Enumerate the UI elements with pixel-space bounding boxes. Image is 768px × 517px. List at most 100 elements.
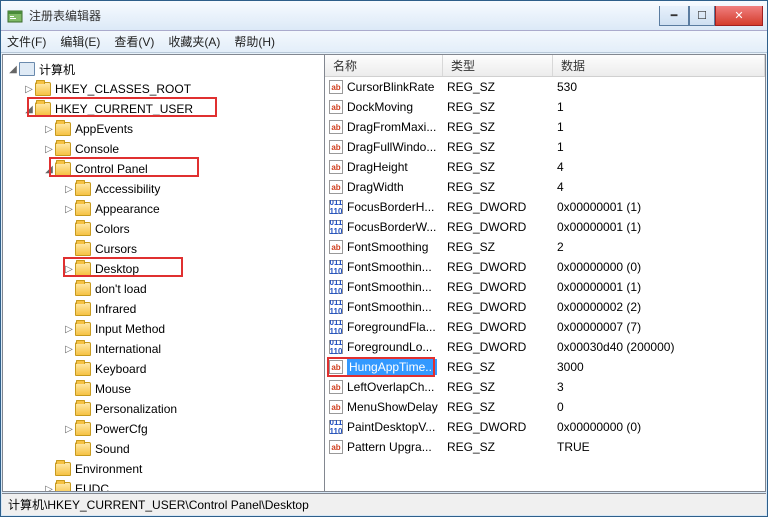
tree-environment[interactable]: Environment (3, 459, 324, 479)
titlebar[interactable]: 注册表编辑器 ━ ☐ ✕ (1, 1, 767, 31)
expand-icon[interactable]: ▷ (43, 484, 55, 492)
tree-keyboard[interactable]: Keyboard (3, 359, 324, 379)
collapse-icon[interactable]: ◢ (23, 104, 35, 115)
maximize-button[interactable]: ☐ (689, 6, 715, 26)
string-icon: ab (329, 440, 343, 454)
value-row[interactable]: 011110PaintDesktopV...REG_DWORD0x0000000… (325, 417, 765, 437)
value-row[interactable]: abHungAppTime...REG_SZ3000 (325, 357, 765, 377)
folder-icon (75, 302, 91, 316)
content-area: ◢计算机 ▷HKEY_CLASSES_ROOT ◢ HKEY_CURRENT_US… (2, 54, 766, 492)
value-row[interactable]: abLeftOverlapCh...REG_SZ3 (325, 377, 765, 397)
value-type: REG_SZ (443, 160, 553, 174)
string-icon: ab (329, 120, 343, 134)
value-row[interactable]: 011110FocusBorderW...REG_DWORD0x00000001… (325, 217, 765, 237)
tree-international[interactable]: ▷International (3, 339, 324, 359)
tree-appevents[interactable]: ▷ AppEvents (3, 119, 324, 139)
expand-icon[interactable]: ▷ (63, 424, 75, 435)
tree-dontload[interactable]: don't load (3, 279, 324, 299)
value-row[interactable]: abDockMovingREG_SZ1 (325, 97, 765, 117)
collapse-icon[interactable]: ◢ (7, 64, 19, 75)
value-row[interactable]: abDragHeightREG_SZ4 (325, 157, 765, 177)
tree-hkcu[interactable]: ◢ HKEY_CURRENT_USER (3, 99, 324, 119)
value-row[interactable]: abPattern Upgra...REG_SZTRUE (325, 437, 765, 457)
tree-label: Personalization (95, 402, 177, 416)
value-row[interactable]: 011110FontSmoothin...REG_DWORD0x00000002… (325, 297, 765, 317)
tree-label: Appearance (95, 202, 160, 216)
tree-hkcr[interactable]: ▷HKEY_CLASSES_ROOT (3, 79, 324, 99)
tree-label: AppEvents (75, 122, 133, 136)
close-button[interactable]: ✕ (715, 6, 763, 26)
tree-colors[interactable]: Colors (3, 219, 324, 239)
tree-label: Mouse (95, 382, 131, 396)
folder-icon (35, 102, 51, 116)
tree-infrared[interactable]: Infrared (3, 299, 324, 319)
tree-accessibility[interactable]: ▷Accessibility (3, 179, 324, 199)
value-row[interactable]: 011110FontSmoothin...REG_DWORD0x00000001… (325, 277, 765, 297)
menu-view[interactable]: 查看(V) (114, 33, 154, 50)
expand-icon[interactable]: ▷ (63, 324, 75, 335)
col-type[interactable]: 类型 (443, 55, 553, 76)
tree-mouse[interactable]: Mouse (3, 379, 324, 399)
expand-icon[interactable]: ▷ (43, 144, 55, 155)
value-row[interactable]: abFontSmoothingREG_SZ2 (325, 237, 765, 257)
tree-eudc[interactable]: ▷EUDC (3, 479, 324, 491)
value-name: 011110FontSmoothin... (325, 300, 443, 314)
col-data[interactable]: 数据 (553, 55, 765, 76)
tree-label: HKEY_CURRENT_USER (55, 102, 193, 116)
status-path: 计算机\HKEY_CURRENT_USER\Control Panel\Desk… (8, 496, 309, 513)
value-row[interactable]: 011110FontSmoothin...REG_DWORD0x00000000… (325, 257, 765, 277)
value-name: 011110FocusBorderH... (325, 200, 443, 214)
tree-controlpanel[interactable]: ◢Control Panel (3, 159, 324, 179)
value-row[interactable]: 011110FocusBorderH...REG_DWORD0x00000001… (325, 197, 765, 217)
menu-favorites[interactable]: 收藏夹(A) (168, 33, 220, 50)
minimize-button[interactable]: ━ (659, 6, 689, 26)
value-row[interactable]: abDragWidthREG_SZ4 (325, 177, 765, 197)
value-name: abDragWidth (325, 180, 443, 194)
value-row[interactable]: 011110ForegroundFla...REG_DWORD0x0000000… (325, 317, 765, 337)
value-rows[interactable]: abCursorBlinkRateREG_SZ530abDockMovingRE… (325, 77, 765, 491)
folder-icon (75, 222, 91, 236)
value-type: REG_DWORD (443, 420, 553, 434)
string-icon: ab (329, 80, 343, 94)
expand-icon[interactable]: ▷ (23, 84, 35, 95)
menu-file[interactable]: 文件(F) (7, 33, 46, 50)
value-row[interactable]: abMenuShowDelayREG_SZ0 (325, 397, 765, 417)
menu-edit[interactable]: 编辑(E) (60, 33, 100, 50)
dword-icon: 011110 (329, 260, 343, 274)
tree-inputmethod[interactable]: ▷Input Method (3, 319, 324, 339)
collapse-icon[interactable]: ◢ (43, 164, 55, 175)
expand-icon[interactable]: ▷ (63, 344, 75, 355)
tree-cursors[interactable]: Cursors (3, 239, 324, 259)
value-row[interactable]: abDragFromMaxi...REG_SZ1 (325, 117, 765, 137)
value-name: abDragFullWindo... (325, 140, 443, 154)
value-data: 530 (553, 80, 765, 94)
folder-icon (55, 122, 71, 136)
value-type: REG_SZ (443, 140, 553, 154)
menu-help[interactable]: 帮助(H) (234, 33, 275, 50)
value-row[interactable]: 011110ForegroundLo...REG_DWORD0x00030d40… (325, 337, 765, 357)
folder-icon (35, 82, 51, 96)
value-name: 011110FocusBorderW... (325, 220, 443, 234)
value-row[interactable]: abCursorBlinkRateREG_SZ530 (325, 77, 765, 97)
key-tree[interactable]: ◢计算机 ▷HKEY_CLASSES_ROOT ◢ HKEY_CURRENT_US… (3, 55, 325, 491)
tree-console[interactable]: ▷Console (3, 139, 324, 159)
col-name[interactable]: 名称 (325, 55, 443, 76)
tree-sound[interactable]: Sound (3, 439, 324, 459)
expand-icon[interactable]: ▷ (63, 264, 75, 275)
value-type: REG_SZ (443, 180, 553, 194)
value-row[interactable]: abDragFullWindo...REG_SZ1 (325, 137, 765, 157)
tree-powercfg[interactable]: ▷PowerCfg (3, 419, 324, 439)
tree-root[interactable]: ◢计算机 (3, 59, 324, 79)
value-type: REG_DWORD (443, 320, 553, 334)
expand-icon[interactable]: ▷ (63, 204, 75, 215)
value-type: REG_SZ (443, 400, 553, 414)
expand-icon[interactable]: ▷ (63, 184, 75, 195)
expand-icon[interactable]: ▷ (43, 124, 55, 135)
string-icon: ab (329, 100, 343, 114)
dword-icon: 011110 (329, 320, 343, 334)
tree-appearance[interactable]: ▷ Appearance (3, 199, 324, 219)
value-data: 0x00000001 (1) (553, 200, 765, 214)
tree-desktop[interactable]: ▷Desktop (3, 259, 324, 279)
tree-personalization[interactable]: Personalization (3, 399, 324, 419)
window-buttons: ━ ☐ ✕ (659, 6, 763, 26)
